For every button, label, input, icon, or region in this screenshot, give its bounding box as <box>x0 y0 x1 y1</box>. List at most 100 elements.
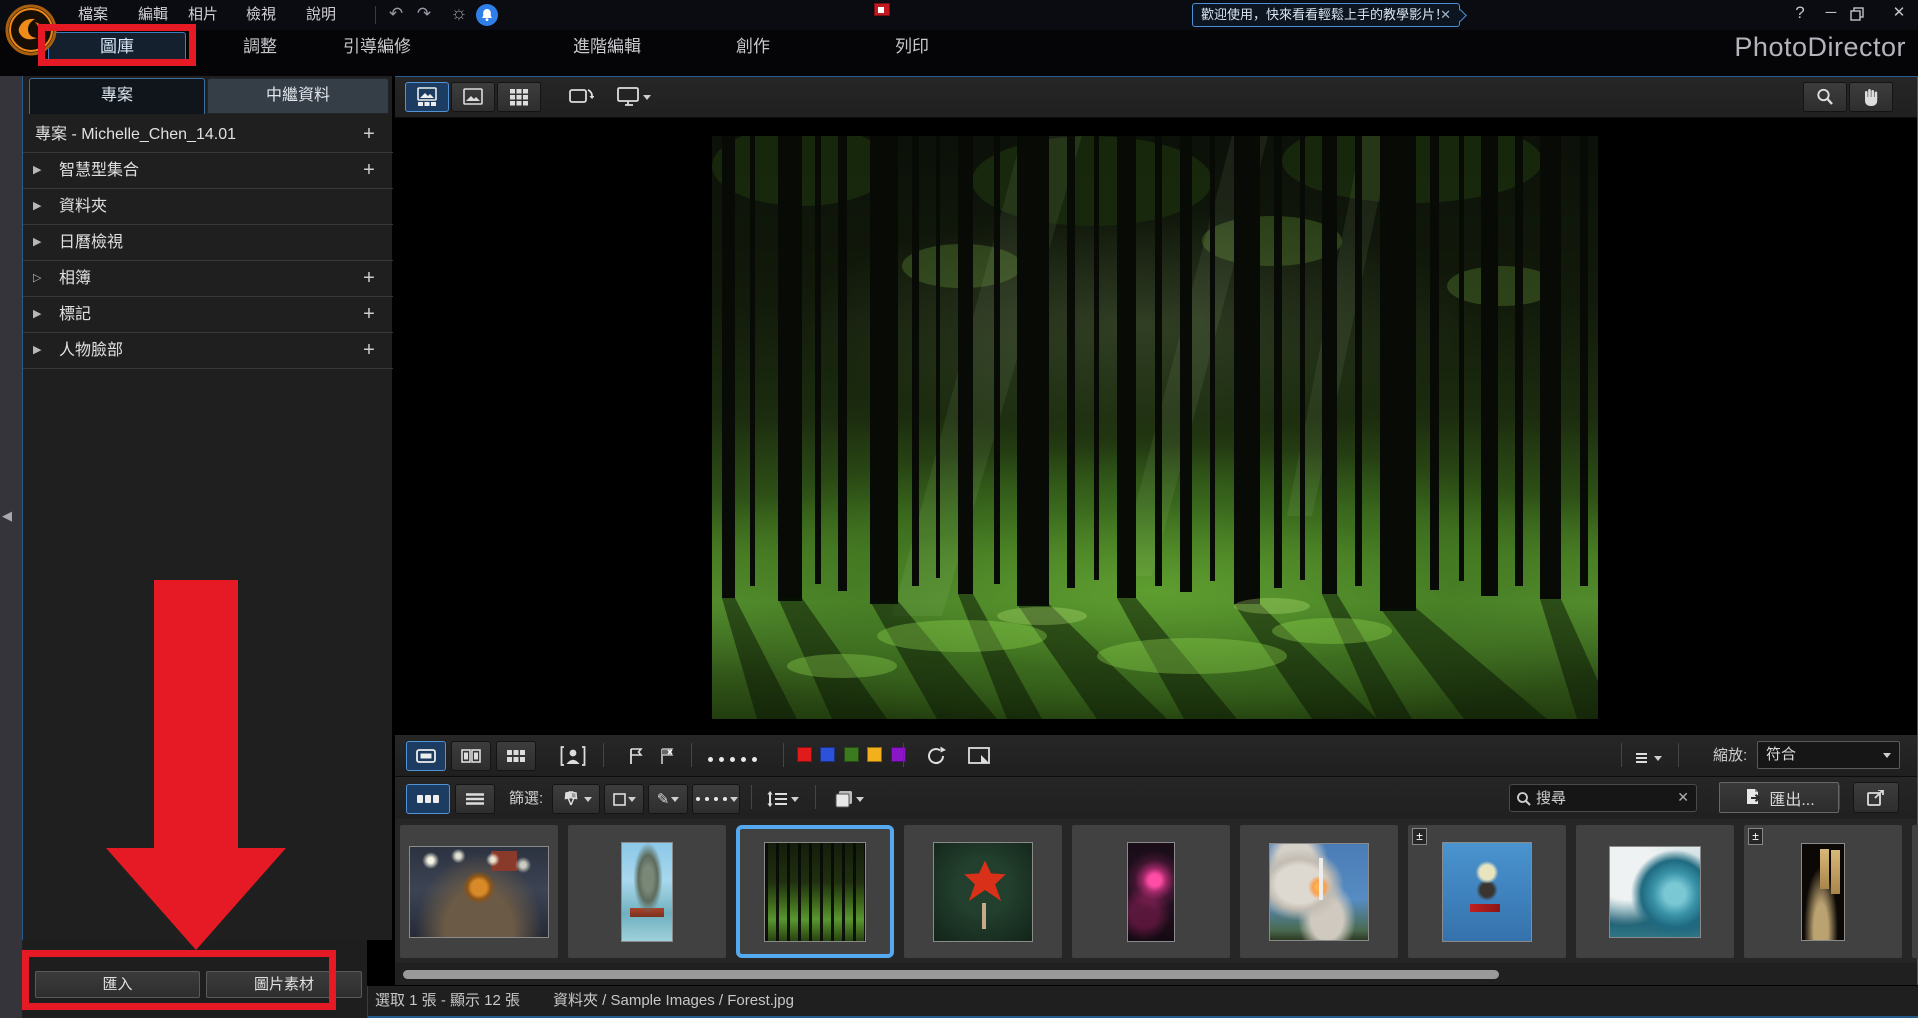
filter-color-label-button[interactable] <box>604 784 644 814</box>
import-button[interactable]: 匯入 <box>35 971 200 998</box>
sidebar-tab-metadata[interactable]: 中繼資料 <box>207 78 389 114</box>
sidebar-item-smart-collection[interactable]: ▶ 智慧型集合 + <box>23 153 393 189</box>
rotate-display-button[interactable] <box>558 82 604 112</box>
expand-arrow-icon[interactable]: ▶ <box>33 225 49 260</box>
thumbnail-ocean-wave[interactable] <box>1576 825 1734 958</box>
add-icon[interactable]: + <box>359 333 379 368</box>
boat-photo <box>621 842 673 942</box>
welcome-banner-tail <box>1454 9 1467 22</box>
color-label-group <box>795 747 908 767</box>
collapse-arrow-icon[interactable]: ◀ <box>2 508 12 524</box>
add-icon[interactable]: + <box>359 153 379 188</box>
thumbnail-partial[interactable] <box>1912 825 1918 958</box>
menu-file[interactable]: 檔案 <box>72 0 114 30</box>
add-icon[interactable]: + <box>359 261 379 296</box>
add-icon[interactable]: + <box>359 117 379 152</box>
thumbnail-skateboarder[interactable]: ± <box>1408 825 1566 958</box>
tab-guided-edit[interactable]: 引導編修 <box>317 32 437 62</box>
face-tag-button[interactable] <box>552 741 594 771</box>
settings-gear-icon[interactable]: ☼ <box>446 0 472 30</box>
filmstrip-list-view-button[interactable] <box>455 784 495 814</box>
sidebar-item-faces[interactable]: ▶ 人物臉部 + <box>23 333 393 369</box>
compare-view-button[interactable] <box>451 741 491 771</box>
zoom-fit-dropdown[interactable]: 符合 <box>1757 741 1900 769</box>
filmstrip-thumbnail-view-button[interactable] <box>406 784 450 814</box>
color-label-yellow[interactable] <box>867 747 882 762</box>
star-rating-dots[interactable] <box>705 749 760 767</box>
open-external-window-button[interactable] <box>1853 782 1899 813</box>
zoom-tool-button[interactable] <box>1803 82 1847 112</box>
rocket-photo <box>1269 843 1369 941</box>
filter-flags-button[interactable] <box>552 784 600 814</box>
viewer-bottom-toolbar: 縮放: 符合 <box>395 734 1917 776</box>
redo-icon[interactable]: ↷ <box>411 0 437 30</box>
thumbnail-rocket-launch[interactable] <box>1240 825 1398 958</box>
stock-images-button[interactable]: 圖片素材 <box>206 971 362 998</box>
menu-photo[interactable]: 相片 <box>182 0 224 30</box>
expand-arrow-icon[interactable]: ▶ <box>33 153 49 188</box>
notification-bell-icon[interactable] <box>476 4 498 26</box>
flag-reject-button[interactable] <box>653 741 683 771</box>
thumbnail-dark-window[interactable]: ± <box>1744 825 1902 958</box>
restore-button[interactable] <box>1850 0 1880 28</box>
project-title-row[interactable]: 專案 - Michelle_Chen_14.01 + <box>23 117 393 153</box>
scrollbar-thumb[interactable] <box>403 970 1499 979</box>
tab-library[interactable]: 圖庫 <box>48 32 186 62</box>
add-icon[interactable]: + <box>359 297 379 332</box>
sidebar-tab-project[interactable]: 專案 <box>29 78 205 114</box>
menu-view[interactable]: 檢視 <box>240 0 282 30</box>
crop-straighten-button[interactable] <box>961 741 999 771</box>
stack-photos-button[interactable] <box>827 784 871 814</box>
filter-edited-button[interactable]: ✎ <box>648 784 688 814</box>
view-grid-button[interactable] <box>497 82 541 112</box>
filter-rating-button[interactable] <box>692 784 740 814</box>
adjusted-badge-icon: ± <box>1748 828 1763 845</box>
sidebar-item-calendar-view[interactable]: ▶ 日曆檢視 <box>23 225 393 261</box>
minimize-button[interactable]: ─ <box>1816 0 1846 28</box>
tab-advanced-edit[interactable]: 進階編輯 <box>547 32 667 62</box>
tab-create[interactable]: 創作 <box>713 32 793 62</box>
sidebar-item-tags[interactable]: ▶ 標記 + <box>23 297 393 333</box>
sidebar-collapse-strip[interactable]: ◀ <box>0 30 22 1018</box>
thumbnail-neon-sign[interactable] <box>1072 825 1230 958</box>
photo-viewer[interactable] <box>395 118 1917 734</box>
sort-order-button[interactable] <box>761 784 805 814</box>
view-photo-filmstrip-button[interactable] <box>405 82 449 112</box>
help-button[interactable]: ? <box>1785 0 1815 28</box>
tab-print[interactable]: 列印 <box>872 32 952 62</box>
export-button[interactable]: 匯出... <box>1719 782 1839 813</box>
menu-edit[interactable]: 編輯 <box>132 0 174 30</box>
list-options-button[interactable] <box>1632 743 1666 773</box>
tab-adjustment[interactable]: 調整 <box>220 32 300 62</box>
search-clear-icon[interactable]: ✕ <box>1677 789 1689 806</box>
color-label-green[interactable] <box>844 747 859 762</box>
thumbnail-forest-selected[interactable] <box>736 825 894 958</box>
rotate-left-button[interactable] <box>919 741 953 771</box>
view-single-photo-button[interactable] <box>451 82 495 112</box>
color-label-blue[interactable] <box>820 747 835 762</box>
filmstrip-scrollbar[interactable] <box>395 963 1917 986</box>
expand-arrow-icon[interactable]: ▶ <box>33 297 49 332</box>
expand-arrow-icon[interactable]: ▶ <box>33 333 49 368</box>
pan-hand-button[interactable] <box>1849 82 1893 112</box>
single-view-button[interactable] <box>406 741 446 771</box>
sidebar-item-albums[interactable]: ▷ 相簿 + <box>23 261 393 297</box>
sidebar-item-folders[interactable]: ▶ 資料夾 <box>23 189 393 225</box>
undo-icon[interactable]: ↶ <box>383 0 409 30</box>
zoom-value: 符合 <box>1766 746 1796 763</box>
expand-arrow-icon[interactable]: ▷ <box>33 261 49 296</box>
search-input[interactable] <box>1536 786 1666 810</box>
export-label: 匯出... <box>1769 786 1814 810</box>
menu-help[interactable]: 說明 <box>300 0 342 30</box>
secondary-monitor-button[interactable] <box>608 82 660 112</box>
filmstrip-toolbar: 篩選: ✎ <box>395 776 1917 819</box>
color-label-red[interactable] <box>797 747 812 762</box>
thumbnail-maple-leaf[interactable] <box>904 825 1062 958</box>
chevron-down-icon <box>856 797 864 802</box>
thumbnail-boat-karst[interactable] <box>568 825 726 958</box>
welcome-close-icon[interactable]: ✕ <box>1440 4 1451 26</box>
multi-view-button[interactable] <box>496 741 536 771</box>
expand-arrow-icon[interactable]: ▶ <box>33 189 49 224</box>
thumbnail-basketball-dunk[interactable] <box>400 825 558 958</box>
close-button[interactable]: ✕ <box>1884 0 1914 28</box>
